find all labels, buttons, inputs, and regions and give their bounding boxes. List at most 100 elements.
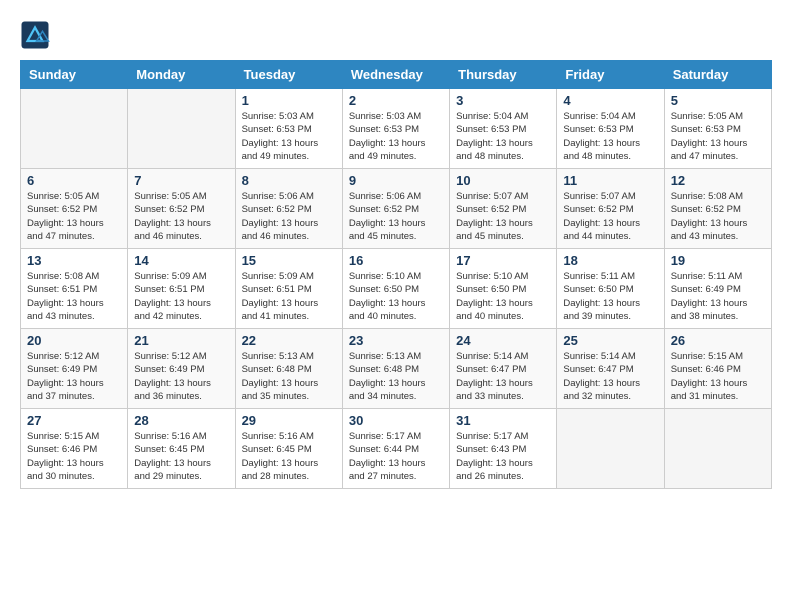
day-info: Sunrise: 5:06 AM Sunset: 6:52 PM Dayligh… <box>349 190 443 243</box>
day-info: Sunrise: 5:08 AM Sunset: 6:51 PM Dayligh… <box>27 270 121 323</box>
day-info: Sunrise: 5:15 AM Sunset: 6:46 PM Dayligh… <box>671 350 765 403</box>
calendar-cell: 8 Sunrise: 5:06 AM Sunset: 6:52 PM Daylig… <box>235 169 342 249</box>
day-info: Sunrise: 5:15 AM Sunset: 6:46 PM Dayligh… <box>27 430 121 483</box>
calendar-week-row: 13 Sunrise: 5:08 AM Sunset: 6:51 PM Dayli… <box>21 249 772 329</box>
day-number: 25 <box>563 333 657 348</box>
calendar-cell: 15Sunrise: 5:09 AM Sunset: 6:51 PM Dayli… <box>235 249 342 329</box>
day-number: 13 <box>27 253 121 268</box>
weekday-header-cell: Monday <box>128 61 235 89</box>
day-info: Sunrise: 5:09 AM Sunset: 6:51 PM Dayligh… <box>134 270 228 323</box>
day-info: Sunrise: 5:12 AM Sunset: 6:49 PM Dayligh… <box>27 350 121 403</box>
day-number: 27 <box>27 413 121 428</box>
calendar-cell: 25Sunrise: 5:14 AM Sunset: 6:47 PM Dayli… <box>557 329 664 409</box>
calendar-cell: 28 Sunrise: 5:16 AM Sunset: 6:45 PM Dayli… <box>128 409 235 489</box>
calendar-cell: 14 Sunrise: 5:09 AM Sunset: 6:51 PM Dayli… <box>128 249 235 329</box>
weekday-header-cell: Thursday <box>450 61 557 89</box>
calendar-cell <box>128 89 235 169</box>
calendar-week-row: 20 Sunrise: 5:12 AM Sunset: 6:49 PM Dayli… <box>21 329 772 409</box>
calendar-cell: 19 Sunrise: 5:11 AM Sunset: 6:49 PM Dayli… <box>664 249 771 329</box>
day-number: 31 <box>456 413 550 428</box>
day-info: Sunrise: 5:05 AM Sunset: 6:52 PM Dayligh… <box>27 190 121 243</box>
day-number: 24 <box>456 333 550 348</box>
calendar-cell: 1 Sunrise: 5:03 AM Sunset: 6:53 PM Daylig… <box>235 89 342 169</box>
day-info: Sunrise: 5:07 AM Sunset: 6:52 PM Dayligh… <box>563 190 657 243</box>
calendar-cell: 13 Sunrise: 5:08 AM Sunset: 6:51 PM Dayli… <box>21 249 128 329</box>
day-info: Sunrise: 5:13 AM Sunset: 6:48 PM Dayligh… <box>349 350 443 403</box>
calendar-cell: 20 Sunrise: 5:12 AM Sunset: 6:49 PM Dayli… <box>21 329 128 409</box>
weekday-header-row: SundayMondayTuesdayWednesdayThursdayFrid… <box>21 61 772 89</box>
day-number: 9 <box>349 173 443 188</box>
day-number: 7 <box>134 173 228 188</box>
calendar-cell: 27 Sunrise: 5:15 AM Sunset: 6:46 PM Dayli… <box>21 409 128 489</box>
calendar-cell: 9 Sunrise: 5:06 AM Sunset: 6:52 PM Daylig… <box>342 169 449 249</box>
calendar-week-row: 27 Sunrise: 5:15 AM Sunset: 6:46 PM Dayli… <box>21 409 772 489</box>
day-number: 1 <box>242 93 336 108</box>
calendar-week-row: 1 Sunrise: 5:03 AM Sunset: 6:53 PM Daylig… <box>21 89 772 169</box>
day-number: 17 <box>456 253 550 268</box>
calendar-cell: 23Sunrise: 5:13 AM Sunset: 6:48 PM Dayli… <box>342 329 449 409</box>
calendar-cell <box>664 409 771 489</box>
logo-icon <box>20 20 50 50</box>
calendar-cell: 26Sunrise: 5:15 AM Sunset: 6:46 PM Dayli… <box>664 329 771 409</box>
day-info: Sunrise: 5:16 AM Sunset: 6:45 PM Dayligh… <box>242 430 336 483</box>
day-info: Sunrise: 5:11 AM Sunset: 6:50 PM Dayligh… <box>563 270 657 323</box>
calendar-cell: 30 Sunrise: 5:17 AM Sunset: 6:44 PM Dayli… <box>342 409 449 489</box>
day-number: 30 <box>349 413 443 428</box>
calendar-cell: 2 Sunrise: 5:03 AM Sunset: 6:53 PM Daylig… <box>342 89 449 169</box>
calendar-cell: 18 Sunrise: 5:11 AM Sunset: 6:50 PM Dayli… <box>557 249 664 329</box>
calendar-cell: 5 Sunrise: 5:05 AM Sunset: 6:53 PM Daylig… <box>664 89 771 169</box>
day-info: Sunrise: 5:12 AM Sunset: 6:49 PM Dayligh… <box>134 350 228 403</box>
day-info: Sunrise: 5:04 AM Sunset: 6:53 PM Dayligh… <box>456 110 550 163</box>
day-number: 18 <box>563 253 657 268</box>
logo <box>20 20 54 50</box>
day-number: 22 <box>242 333 336 348</box>
calendar-cell: 12Sunrise: 5:08 AM Sunset: 6:52 PM Dayli… <box>664 169 771 249</box>
weekday-header-cell: Wednesday <box>342 61 449 89</box>
day-info: Sunrise: 5:03 AM Sunset: 6:53 PM Dayligh… <box>349 110 443 163</box>
header <box>20 20 772 50</box>
day-info: Sunrise: 5:17 AM Sunset: 6:43 PM Dayligh… <box>456 430 550 483</box>
day-info: Sunrise: 5:04 AM Sunset: 6:53 PM Dayligh… <box>563 110 657 163</box>
calendar-cell: 22Sunrise: 5:13 AM Sunset: 6:48 PM Dayli… <box>235 329 342 409</box>
day-info: Sunrise: 5:16 AM Sunset: 6:45 PM Dayligh… <box>134 430 228 483</box>
day-number: 4 <box>563 93 657 108</box>
day-info: Sunrise: 5:14 AM Sunset: 6:47 PM Dayligh… <box>456 350 550 403</box>
day-info: Sunrise: 5:11 AM Sunset: 6:49 PM Dayligh… <box>671 270 765 323</box>
day-number: 6 <box>27 173 121 188</box>
day-number: 19 <box>671 253 765 268</box>
day-info: Sunrise: 5:05 AM Sunset: 6:52 PM Dayligh… <box>134 190 228 243</box>
weekday-header-cell: Tuesday <box>235 61 342 89</box>
weekday-header-cell: Friday <box>557 61 664 89</box>
day-number: 20 <box>27 333 121 348</box>
calendar-cell: 7 Sunrise: 5:05 AM Sunset: 6:52 PM Daylig… <box>128 169 235 249</box>
day-number: 16 <box>349 253 443 268</box>
calendar-cell: 17 Sunrise: 5:10 AM Sunset: 6:50 PM Dayli… <box>450 249 557 329</box>
day-number: 12 <box>671 173 765 188</box>
calendar-cell: 21Sunrise: 5:12 AM Sunset: 6:49 PM Dayli… <box>128 329 235 409</box>
day-number: 5 <box>671 93 765 108</box>
calendar-week-row: 6 Sunrise: 5:05 AM Sunset: 6:52 PM Daylig… <box>21 169 772 249</box>
calendar-cell: 6 Sunrise: 5:05 AM Sunset: 6:52 PM Daylig… <box>21 169 128 249</box>
calendar-cell: 3Sunrise: 5:04 AM Sunset: 6:53 PM Daylig… <box>450 89 557 169</box>
day-number: 8 <box>242 173 336 188</box>
day-number: 11 <box>563 173 657 188</box>
calendar-body: 1 Sunrise: 5:03 AM Sunset: 6:53 PM Daylig… <box>21 89 772 489</box>
day-number: 2 <box>349 93 443 108</box>
day-info: Sunrise: 5:06 AM Sunset: 6:52 PM Dayligh… <box>242 190 336 243</box>
day-info: Sunrise: 5:05 AM Sunset: 6:53 PM Dayligh… <box>671 110 765 163</box>
day-number: 14 <box>134 253 228 268</box>
day-info: Sunrise: 5:09 AM Sunset: 6:51 PM Dayligh… <box>242 270 336 323</box>
day-number: 10 <box>456 173 550 188</box>
day-number: 28 <box>134 413 228 428</box>
calendar-cell: 31 Sunrise: 5:17 AM Sunset: 6:43 PM Dayli… <box>450 409 557 489</box>
day-info: Sunrise: 5:10 AM Sunset: 6:50 PM Dayligh… <box>456 270 550 323</box>
weekday-header-cell: Saturday <box>664 61 771 89</box>
day-info: Sunrise: 5:17 AM Sunset: 6:44 PM Dayligh… <box>349 430 443 483</box>
day-info: Sunrise: 5:03 AM Sunset: 6:53 PM Dayligh… <box>242 110 336 163</box>
calendar-cell <box>557 409 664 489</box>
calendar-cell: 29 Sunrise: 5:16 AM Sunset: 6:45 PM Dayli… <box>235 409 342 489</box>
calendar-cell: 24 Sunrise: 5:14 AM Sunset: 6:47 PM Dayli… <box>450 329 557 409</box>
calendar-cell: 11 Sunrise: 5:07 AM Sunset: 6:52 PM Dayli… <box>557 169 664 249</box>
calendar: SundayMondayTuesdayWednesdayThursdayFrid… <box>20 60 772 489</box>
day-number: 29 <box>242 413 336 428</box>
